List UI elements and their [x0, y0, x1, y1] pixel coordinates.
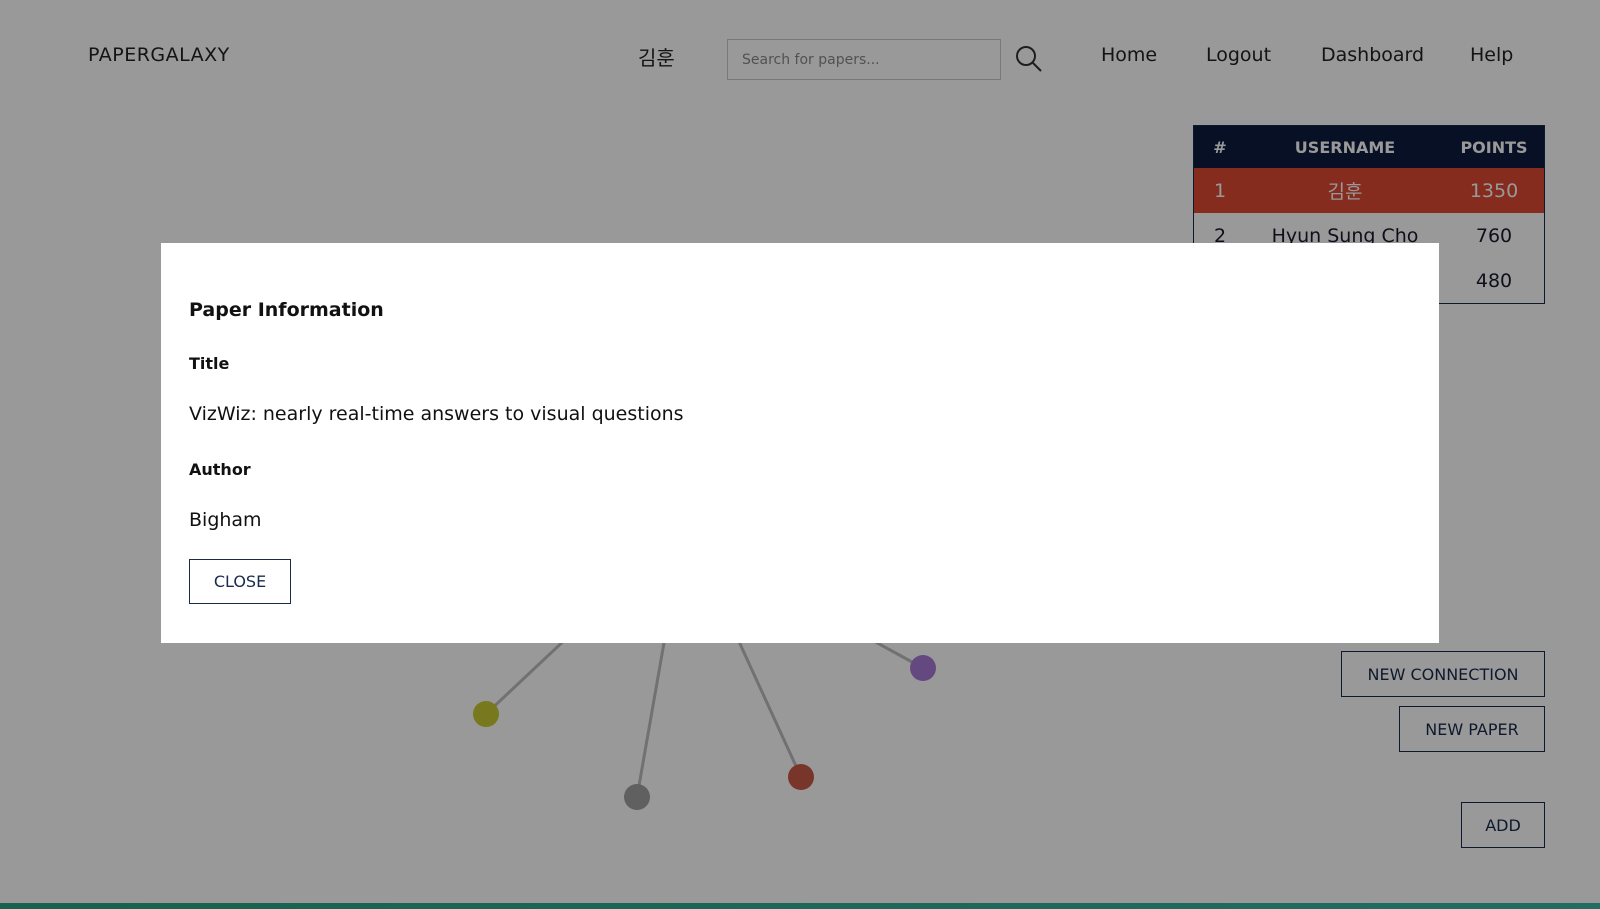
close-button[interactable]: CLOSE: [189, 559, 291, 604]
title-label: Title: [189, 354, 230, 373]
modal-title: Paper Information: [189, 299, 384, 321]
author-label: Author: [189, 460, 251, 479]
paper-title-value: VizWiz: nearly real-time answers to visu…: [189, 403, 684, 425]
paper-info-modal: Paper Information Title VizWiz: nearly r…: [161, 243, 1439, 643]
paper-author-value: Bigham: [189, 509, 262, 531]
